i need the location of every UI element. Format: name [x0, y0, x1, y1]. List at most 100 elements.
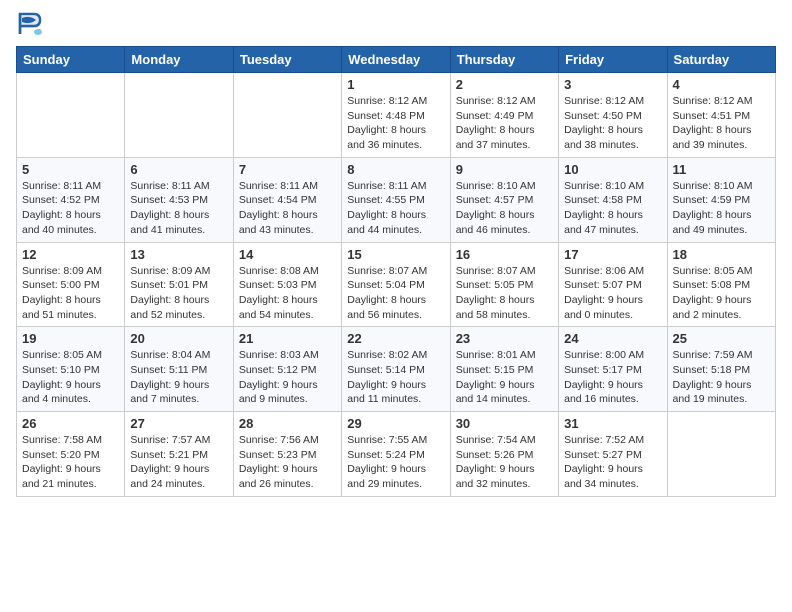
week-row-5: 26 Sunrise: 7:58 AM Sunset: 5:20 PM Dayli…	[17, 412, 776, 497]
day-number: 6	[130, 162, 227, 177]
calendar-cell: 29 Sunrise: 7:55 AM Sunset: 5:24 PM Dayli…	[342, 412, 450, 497]
week-row-2: 5Sunrise: 8:11 AM Sunset: 4:52 PM Daylig…	[17, 157, 776, 242]
day-number: 8	[347, 162, 444, 177]
day-info: Sunrise: 7:54 AM Sunset: 5:26 PM Dayligh…	[456, 433, 553, 492]
calendar-cell: 7 Sunrise: 8:11 AM Sunset: 4:54 PM Daylig…	[233, 157, 341, 242]
day-info: Sunrise: 8:05 AM Sunset: 5:08 PM Dayligh…	[673, 264, 770, 323]
weekday-header-thursday: Thursday	[450, 47, 558, 73]
day-info: Sunrise: 7:55 AM Sunset: 5:24 PM Dayligh…	[347, 433, 444, 492]
day-number: 24	[564, 331, 661, 346]
calendar-cell: 21Sunrise: 8:03 AM Sunset: 5:12 PM Dayli…	[233, 327, 341, 412]
weekday-header-friday: Friday	[559, 47, 667, 73]
calendar-cell	[667, 412, 775, 497]
day-info: Sunrise: 8:05 AM Sunset: 5:10 PM Dayligh…	[22, 348, 119, 407]
calendar-cell	[125, 73, 233, 158]
calendar-cell: 9Sunrise: 8:10 AM Sunset: 4:57 PM Daylig…	[450, 157, 558, 242]
day-number: 28	[239, 416, 336, 431]
calendar-cell: 19Sunrise: 8:05 AM Sunset: 5:10 PM Dayli…	[17, 327, 125, 412]
calendar-cell: 5Sunrise: 8:11 AM Sunset: 4:52 PM Daylig…	[17, 157, 125, 242]
week-row-4: 19Sunrise: 8:05 AM Sunset: 5:10 PM Dayli…	[17, 327, 776, 412]
day-number: 17	[564, 247, 661, 262]
calendar-cell: 3Sunrise: 8:12 AM Sunset: 4:50 PM Daylig…	[559, 73, 667, 158]
calendar-cell: 20 Sunrise: 8:04 AM Sunset: 5:11 PM Dayli…	[125, 327, 233, 412]
day-info: Sunrise: 8:10 AM Sunset: 4:57 PM Dayligh…	[456, 179, 553, 238]
calendar-cell: 18 Sunrise: 8:05 AM Sunset: 5:08 PM Dayli…	[667, 242, 775, 327]
calendar-table: SundayMondayTuesdayWednesdayThursdayFrid…	[16, 46, 776, 497]
day-number: 12	[22, 247, 119, 262]
calendar-cell: 23 Sunrise: 8:01 AM Sunset: 5:15 PM Dayli…	[450, 327, 558, 412]
day-info: Sunrise: 8:02 AM Sunset: 5:14 PM Dayligh…	[347, 348, 444, 407]
day-number: 14	[239, 247, 336, 262]
calendar-cell: 24Sunrise: 8:00 AM Sunset: 5:17 PM Dayli…	[559, 327, 667, 412]
day-info: Sunrise: 8:08 AM Sunset: 5:03 PM Dayligh…	[239, 264, 336, 323]
day-info: Sunrise: 7:58 AM Sunset: 5:20 PM Dayligh…	[22, 433, 119, 492]
day-number: 27	[130, 416, 227, 431]
calendar-cell: 25Sunrise: 7:59 AM Sunset: 5:18 PM Dayli…	[667, 327, 775, 412]
day-info: Sunrise: 7:52 AM Sunset: 5:27 PM Dayligh…	[564, 433, 661, 492]
calendar-cell: 30 Sunrise: 7:54 AM Sunset: 5:26 PM Dayli…	[450, 412, 558, 497]
calendar-cell: 6 Sunrise: 8:11 AM Sunset: 4:53 PM Daylig…	[125, 157, 233, 242]
calendar-cell: 8 Sunrise: 8:11 AM Sunset: 4:55 PM Daylig…	[342, 157, 450, 242]
day-info: Sunrise: 8:07 AM Sunset: 5:04 PM Dayligh…	[347, 264, 444, 323]
day-number: 16	[456, 247, 553, 262]
day-number: 21	[239, 331, 336, 346]
day-info: Sunrise: 8:10 AM Sunset: 4:58 PM Dayligh…	[564, 179, 661, 238]
day-number: 29	[347, 416, 444, 431]
calendar-cell: 17 Sunrise: 8:06 AM Sunset: 5:07 PM Dayli…	[559, 242, 667, 327]
calendar-cell	[233, 73, 341, 158]
day-number: 10	[564, 162, 661, 177]
day-info: Sunrise: 8:12 AM Sunset: 4:50 PM Dayligh…	[564, 94, 661, 153]
logo-icon	[16, 10, 44, 38]
logo	[16, 10, 46, 38]
calendar-cell: 13Sunrise: 8:09 AM Sunset: 5:01 PM Dayli…	[125, 242, 233, 327]
day-number: 23	[456, 331, 553, 346]
day-info: Sunrise: 7:59 AM Sunset: 5:18 PM Dayligh…	[673, 348, 770, 407]
calendar-cell: 4 Sunrise: 8:12 AM Sunset: 4:51 PM Daylig…	[667, 73, 775, 158]
weekday-header-tuesday: Tuesday	[233, 47, 341, 73]
day-number: 26	[22, 416, 119, 431]
day-info: Sunrise: 8:12 AM Sunset: 4:48 PM Dayligh…	[347, 94, 444, 153]
day-info: Sunrise: 8:11 AM Sunset: 4:53 PM Dayligh…	[130, 179, 227, 238]
calendar-cell: 28 Sunrise: 7:56 AM Sunset: 5:23 PM Dayli…	[233, 412, 341, 497]
day-info: Sunrise: 8:06 AM Sunset: 5:07 PM Dayligh…	[564, 264, 661, 323]
day-number: 22	[347, 331, 444, 346]
day-number: 18	[673, 247, 770, 262]
calendar-cell: 26 Sunrise: 7:58 AM Sunset: 5:20 PM Dayli…	[17, 412, 125, 497]
day-number: 30	[456, 416, 553, 431]
calendar-page: SundayMondayTuesdayWednesdayThursdayFrid…	[0, 0, 792, 612]
calendar-cell: 16 Sunrise: 8:07 AM Sunset: 5:05 PM Dayli…	[450, 242, 558, 327]
day-number: 4	[673, 77, 770, 92]
day-info: Sunrise: 8:11 AM Sunset: 4:55 PM Dayligh…	[347, 179, 444, 238]
calendar-cell: 15Sunrise: 8:07 AM Sunset: 5:04 PM Dayli…	[342, 242, 450, 327]
calendar-cell: 22 Sunrise: 8:02 AM Sunset: 5:14 PM Dayli…	[342, 327, 450, 412]
day-info: Sunrise: 8:01 AM Sunset: 5:15 PM Dayligh…	[456, 348, 553, 407]
calendar-cell: 11Sunrise: 8:10 AM Sunset: 4:59 PM Dayli…	[667, 157, 775, 242]
day-info: Sunrise: 8:04 AM Sunset: 5:11 PM Dayligh…	[130, 348, 227, 407]
day-info: Sunrise: 8:09 AM Sunset: 5:00 PM Dayligh…	[22, 264, 119, 323]
weekday-header-monday: Monday	[125, 47, 233, 73]
day-info: Sunrise: 8:12 AM Sunset: 4:51 PM Dayligh…	[673, 94, 770, 153]
day-info: Sunrise: 8:12 AM Sunset: 4:49 PM Dayligh…	[456, 94, 553, 153]
day-number: 20	[130, 331, 227, 346]
calendar-cell: 12 Sunrise: 8:09 AM Sunset: 5:00 PM Dayli…	[17, 242, 125, 327]
day-info: Sunrise: 8:11 AM Sunset: 4:52 PM Dayligh…	[22, 179, 119, 238]
day-number: 31	[564, 416, 661, 431]
weekday-header-sunday: Sunday	[17, 47, 125, 73]
calendar-cell: 10 Sunrise: 8:10 AM Sunset: 4:58 PM Dayli…	[559, 157, 667, 242]
week-row-1: 1Sunrise: 8:12 AM Sunset: 4:48 PM Daylig…	[17, 73, 776, 158]
page-header	[16, 10, 776, 38]
weekday-header-row: SundayMondayTuesdayWednesdayThursdayFrid…	[17, 47, 776, 73]
calendar-cell	[17, 73, 125, 158]
day-info: Sunrise: 8:07 AM Sunset: 5:05 PM Dayligh…	[456, 264, 553, 323]
calendar-cell: 1Sunrise: 8:12 AM Sunset: 4:48 PM Daylig…	[342, 73, 450, 158]
day-info: Sunrise: 7:56 AM Sunset: 5:23 PM Dayligh…	[239, 433, 336, 492]
week-row-3: 12 Sunrise: 8:09 AM Sunset: 5:00 PM Dayli…	[17, 242, 776, 327]
weekday-header-saturday: Saturday	[667, 47, 775, 73]
day-info: Sunrise: 8:10 AM Sunset: 4:59 PM Dayligh…	[673, 179, 770, 238]
day-number: 13	[130, 247, 227, 262]
day-number: 2	[456, 77, 553, 92]
day-info: Sunrise: 8:11 AM Sunset: 4:54 PM Dayligh…	[239, 179, 336, 238]
day-number: 7	[239, 162, 336, 177]
calendar-cell: 14 Sunrise: 8:08 AM Sunset: 5:03 PM Dayli…	[233, 242, 341, 327]
calendar-cell: 31 Sunrise: 7:52 AM Sunset: 5:27 PM Dayli…	[559, 412, 667, 497]
